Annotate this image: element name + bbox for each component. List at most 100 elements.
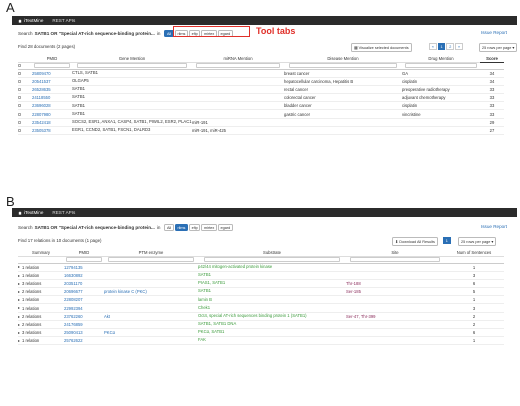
pmid-link[interactable]: 20351170 [64, 279, 104, 289]
rows-per-page-select[interactable]: 25 rows per page ▾ [479, 43, 518, 52]
tab-efip[interactable]: efip [189, 224, 201, 232]
disease-filter-input[interactable] [288, 63, 398, 68]
substrate[interactable]: PIAS1, SATB1 [198, 279, 346, 289]
download-all-button[interactable]: ⬇ Download All Results [392, 237, 438, 246]
substrate[interactable]: Oct4, special AT-rich sequences binding … [198, 312, 346, 321]
page-button[interactable]: 1 [443, 237, 451, 245]
nav-rest-apis[interactable]: REST APIs [52, 18, 75, 23]
checkbox-icon[interactable] [18, 79, 21, 83]
triangle-right-icon[interactable] [18, 331, 20, 334]
page-button[interactable]: » [455, 43, 463, 51]
panel-b: iTextMine REST APIs Search SATB1 OR "Spe… [12, 208, 517, 404]
summary-label: 2 relations [22, 313, 42, 319]
triangle-right-icon[interactable] [18, 274, 20, 277]
checkbox-icon[interactable] [18, 128, 21, 132]
substrate[interactable]: PKCα, SATB1 [198, 328, 346, 338]
triangle-right-icon[interactable] [18, 282, 20, 285]
ptm-enzyme[interactable]: protein kinase C (PKC) [104, 287, 198, 297]
substrate[interactable]: SATB1, SATB1 DNA [198, 320, 346, 330]
summary-toggle[interactable]: 1 relation [18, 263, 64, 272]
summary-toggle[interactable]: 1 relation [18, 336, 64, 346]
brand-link[interactable]: iTextMine [18, 18, 43, 23]
pmid-link[interactable]: 26528635 [32, 85, 72, 95]
pmid-link[interactable]: 23505378 [32, 126, 72, 136]
page-button[interactable]: 1 [437, 43, 446, 51]
ptm-enzyme[interactable] [104, 303, 198, 313]
tab-all[interactable]: All [164, 224, 174, 232]
pmid-link[interactable]: 25762622 [64, 336, 104, 346]
ptm-enzyme[interactable] [104, 279, 198, 289]
ptm-enzyme[interactable] [104, 295, 198, 305]
pmid-filter-input[interactable] [33, 63, 71, 68]
summary-toggle[interactable]: 1 relation [18, 295, 64, 305]
triangle-right-icon[interactable] [18, 323, 20, 326]
triangle-right-icon[interactable] [18, 291, 20, 294]
pmid-link[interactable]: 23762260 [64, 312, 104, 321]
pmid-link[interactable]: 24118550 [32, 93, 72, 103]
drug-filter-input[interactable] [405, 63, 477, 68]
summary-toggle[interactable]: 1 relation [18, 303, 64, 313]
checkbox-icon[interactable] [18, 120, 21, 124]
triangle-right-icon[interactable] [18, 266, 20, 269]
page-button[interactable]: « [429, 43, 437, 51]
ptm-enzyme[interactable]: Akt [104, 312, 198, 321]
pmid-link[interactable]: 23696028 [32, 101, 72, 111]
site-filter-input[interactable] [349, 257, 441, 262]
substrate[interactable]: FAK [198, 336, 346, 346]
summary-toggle[interactable]: 2 relations [18, 287, 64, 297]
checkbox-icon[interactable] [18, 112, 21, 116]
checkbox-icon[interactable] [18, 96, 21, 100]
summary-toggle[interactable]: 2 relations [18, 320, 64, 330]
substrate[interactable]: lamin B [198, 295, 346, 305]
gene-filter-input[interactable] [76, 63, 188, 68]
substrate[interactable]: SATB1 [198, 271, 346, 280]
triangle-right-icon[interactable] [18, 299, 20, 302]
checkbox-icon[interactable] [18, 64, 21, 67]
substrate[interactable]: p42/44 mitogen-activated protein kinase [198, 263, 346, 272]
issue-report-link[interactable]: Issue Report [481, 30, 507, 35]
summary-toggle[interactable]: 1 relation [18, 271, 64, 280]
summary-toggle[interactable]: 3 relations [18, 328, 64, 338]
substrate[interactable]: SATB1 [198, 287, 346, 297]
brand-link[interactable]: iTextMine [18, 210, 43, 215]
mirna-filter-input[interactable] [195, 63, 281, 68]
pmid-link[interactable]: 25090413 [64, 328, 104, 338]
triangle-right-icon[interactable] [18, 315, 20, 318]
checkbox-icon[interactable] [18, 104, 21, 108]
tab-rlims[interactable]: rlims [174, 224, 189, 232]
summary-toggle[interactable]: 2 relations [18, 312, 64, 321]
summary-label: 3 relations [22, 330, 42, 336]
nav-rest-apis[interactable]: REST APIs [52, 210, 75, 215]
pmid-link[interactable]: 25809470 [32, 69, 72, 78]
pmid-link[interactable]: 20696677 [64, 287, 104, 297]
ptm-enzyme[interactable] [104, 320, 198, 330]
issue-report-link[interactable]: Issue Report [481, 224, 507, 229]
pmid-link[interactable]: 22808207 [64, 295, 104, 305]
site: Ser-47, Thr-399 [346, 312, 444, 321]
triangle-right-icon[interactable] [18, 307, 20, 310]
checkbox-icon[interactable] [18, 87, 21, 91]
ptm-enzyme[interactable] [104, 263, 198, 272]
substrate-filter-input[interactable] [203, 257, 341, 262]
summary-toggle[interactable]: 3 relations [18, 279, 64, 289]
checkbox-icon[interactable] [18, 71, 21, 75]
substrate[interactable]: Chek1 [198, 303, 346, 313]
rows-per-page-select[interactable]: 25 rows per page ▾ [458, 237, 497, 246]
pmid-link[interactable]: 22992394 [64, 303, 104, 313]
triangle-right-icon[interactable] [18, 340, 20, 343]
ptm-enzyme[interactable] [104, 336, 198, 346]
pmid-link[interactable]: 22807980 [32, 109, 72, 119]
pmid-link[interactable]: 16630892 [64, 271, 104, 280]
ptm-enzyme[interactable]: PKCα [104, 328, 198, 338]
enzyme-filter-input[interactable] [107, 257, 195, 262]
ptm-enzyme[interactable] [104, 271, 198, 280]
page-button[interactable]: 2 [446, 43, 455, 51]
pmid-filter-input[interactable] [65, 257, 103, 262]
pmid-link[interactable]: 20541537 [32, 77, 72, 86]
tab-mirtex[interactable]: mirtex [201, 224, 217, 232]
pmid-link[interactable]: 23542418 [32, 118, 72, 127]
pmid-link[interactable]: 24176859 [64, 320, 104, 330]
tab-egard[interactable]: egard [217, 224, 233, 232]
visualize-button[interactable]: ▦ Visualize selected documents [351, 43, 412, 52]
pmid-link[interactable]: 12794135 [64, 263, 104, 272]
